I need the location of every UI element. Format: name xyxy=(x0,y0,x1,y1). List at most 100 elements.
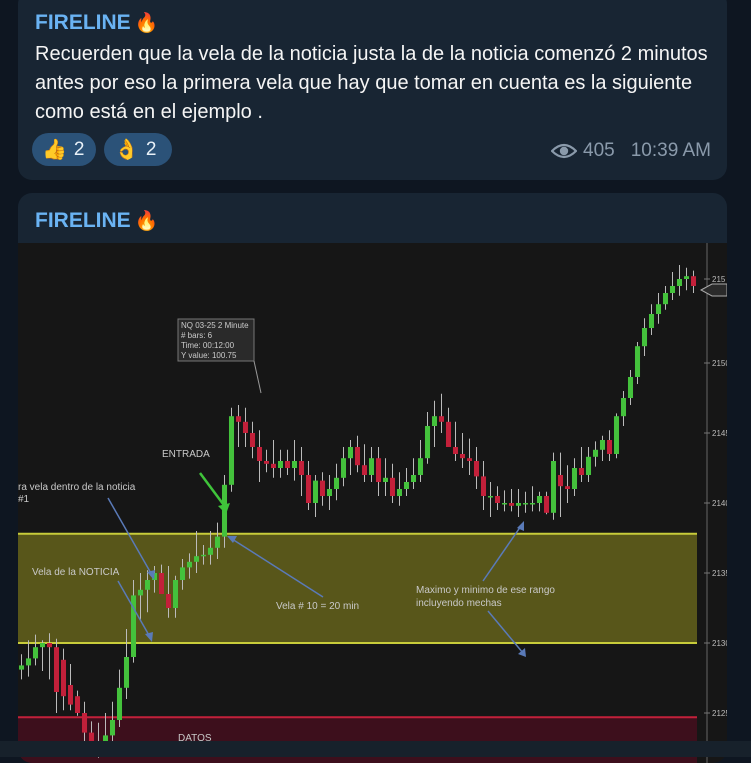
candle-body xyxy=(207,547,214,555)
candle-body xyxy=(305,475,312,503)
candle-body xyxy=(81,713,88,733)
reaction-count: 2 xyxy=(145,138,157,160)
view-count: 405 xyxy=(583,140,615,161)
candle-body xyxy=(578,468,585,475)
candle-body xyxy=(382,477,389,482)
candle-body xyxy=(18,665,25,670)
candle-body xyxy=(620,398,627,417)
price-label: 21350. xyxy=(712,569,727,578)
candle-body xyxy=(438,416,445,422)
eye-icon xyxy=(551,143,578,159)
annotation-entrada: ENTRADA xyxy=(162,449,210,460)
candle-body xyxy=(417,458,424,475)
price-label: 2150 xyxy=(712,359,727,368)
annotation-vela-noticia: Vela de la NOTICIA xyxy=(32,567,120,578)
price-label: 2145 xyxy=(712,429,727,438)
candle-body xyxy=(431,416,438,426)
candle-body xyxy=(67,685,74,705)
message-meta: 405 10:39 AM xyxy=(551,140,711,162)
candle-body xyxy=(648,314,655,328)
candle-body xyxy=(326,489,333,496)
candle-body xyxy=(193,556,200,562)
candle-body xyxy=(165,594,172,608)
tooltip-line: Time: 00:12:00 xyxy=(181,341,235,350)
candle-body xyxy=(508,503,515,506)
candle-body xyxy=(347,447,354,459)
price-label: 215 xyxy=(712,275,726,284)
candle-body xyxy=(354,447,361,466)
annotation-primera-vela-number: #1 xyxy=(18,494,30,505)
candle-body xyxy=(284,461,291,468)
candle-body xyxy=(291,461,298,468)
candle-body xyxy=(683,276,690,279)
candle-body xyxy=(529,503,536,505)
candle-body xyxy=(172,580,179,608)
candle-body xyxy=(214,536,221,548)
candle-body xyxy=(396,489,403,496)
message-bubble-1: FIRELINE 🔥 Recuerden que la vela de la no… xyxy=(18,0,727,180)
candle-body xyxy=(599,440,606,450)
candle-body xyxy=(32,647,39,659)
candle-body xyxy=(522,503,529,505)
candle-body xyxy=(445,421,452,447)
candle-body xyxy=(571,468,578,489)
candle-body xyxy=(606,440,613,454)
candle-body xyxy=(333,477,340,489)
candle-body xyxy=(270,463,277,468)
candle-body xyxy=(655,304,662,314)
chart-photo[interactable]: 215215215021452140021350.21300.021250.00… xyxy=(18,243,727,763)
reaction-ok-hand[interactable]: 👌 2 xyxy=(104,133,172,166)
candle-body xyxy=(480,476,487,496)
candle-body xyxy=(263,461,270,464)
sender-name[interactable]: FIRELINE 🔥 xyxy=(35,209,158,233)
candle-body xyxy=(424,426,431,459)
candle-body xyxy=(375,458,382,482)
candle-body xyxy=(340,458,347,478)
tooltip-line: # bars: 6 xyxy=(181,331,213,340)
candle-body xyxy=(256,447,263,461)
candle-body xyxy=(543,496,550,513)
candle-body xyxy=(53,647,60,692)
candle-body xyxy=(179,567,186,580)
candle-body xyxy=(123,657,130,688)
candle-body xyxy=(501,503,508,505)
candle-body xyxy=(144,580,151,590)
message-bubble-2: FIRELINE🔥 215215215021452140021350.21300… xyxy=(18,193,727,763)
candle-body xyxy=(536,496,543,503)
candle-body xyxy=(116,687,123,720)
candle-body xyxy=(39,643,46,648)
candle-body xyxy=(389,477,396,496)
candle-body xyxy=(641,328,648,347)
sender-name[interactable]: FIRELINE 🔥 xyxy=(35,11,158,35)
candlestick-chart: 215215215021452140021350.21300.021250.00… xyxy=(18,243,727,763)
annotation-vela-10: Vela # 10 = 20 min xyxy=(276,601,359,612)
candle-body xyxy=(634,346,641,377)
candle-body xyxy=(361,465,368,475)
candle-body xyxy=(466,458,473,461)
annotation-rango-line1: Maximo y minimo de ese rango xyxy=(416,585,555,596)
candle-body xyxy=(109,720,116,736)
candle-body xyxy=(319,480,326,496)
candle-body xyxy=(186,561,193,568)
fire-icon: 🔥 xyxy=(134,211,159,232)
candle-body xyxy=(452,447,459,454)
candle-body xyxy=(298,461,305,475)
candle-body xyxy=(676,279,683,286)
candle-body xyxy=(550,461,557,513)
candle-body xyxy=(403,482,410,489)
candle-body xyxy=(158,573,165,594)
candle-body xyxy=(669,286,676,293)
candle-body xyxy=(74,696,81,713)
ok-hand-icon: 👌 xyxy=(114,139,139,161)
annotation-primera-vela: ra vela dentro de la noticia xyxy=(18,482,136,493)
range-zone xyxy=(18,533,697,643)
reaction-thumbs-up[interactable]: 👍 2 xyxy=(32,133,96,166)
candle-body xyxy=(564,486,571,489)
candle-body xyxy=(249,433,256,447)
price-label: 21250.00 xyxy=(712,709,727,718)
annotation-rango-line2: incluyendo mechas xyxy=(416,598,502,609)
candle-body xyxy=(627,377,634,398)
candle-body xyxy=(200,554,207,557)
candle-body xyxy=(494,496,501,503)
candle-body xyxy=(46,643,53,648)
